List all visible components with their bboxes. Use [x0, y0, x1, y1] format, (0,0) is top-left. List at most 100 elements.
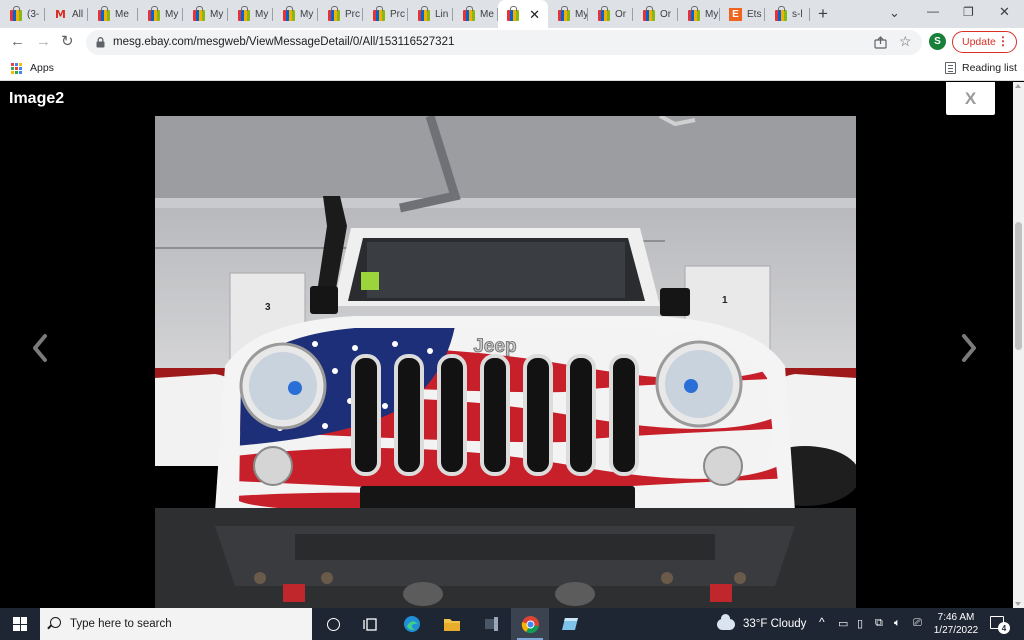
- scroll-down-arrow-icon[interactable]: [1015, 602, 1021, 606]
- tab-label: Prc: [390, 8, 405, 20]
- minimize-icon[interactable]: —: [927, 4, 939, 18]
- chrome-icon: [521, 615, 539, 633]
- cortana-button[interactable]: [314, 608, 352, 640]
- ebay-bag-icon: [506, 5, 519, 21]
- system-clock[interactable]: 7:46 AM 1/27/2022: [928, 611, 984, 637]
- tab-label: My: [575, 8, 588, 20]
- edge-icon: [404, 616, 420, 632]
- volume-muted-icon[interactable]: 🔈︎: [894, 617, 901, 630]
- ebay-bag-icon: [417, 5, 430, 21]
- browser-tab[interactable]: M All: [45, 0, 88, 28]
- tab-label: Prc: [345, 8, 360, 20]
- jeep-photo: 3 1 Jeep: [155, 116, 856, 608]
- tab-active[interactable]: ✕: [498, 0, 548, 28]
- apps-grid-icon[interactable]: [11, 63, 22, 74]
- tab-search-icon[interactable]: ⌄: [889, 5, 900, 21]
- browser-tab[interactable]: My: [138, 0, 183, 28]
- browser-tab[interactable]: My: [183, 0, 228, 28]
- scroll-thumb[interactable]: [1015, 222, 1022, 350]
- notes-app-icon: [562, 618, 578, 630]
- ebay-bag-icon: [282, 5, 295, 21]
- ebay-bag-icon: [147, 5, 160, 21]
- reading-list-icon[interactable]: [945, 62, 956, 74]
- tab-label: Or: [660, 8, 672, 20]
- tray-meet-icon[interactable]: ▭: [838, 617, 848, 630]
- jeep-photo-illustration: 3 1 Jeep: [155, 116, 856, 608]
- tray-display-icon[interactable]: ⧉: [875, 617, 883, 630]
- menu-dots-icon[interactable]: ⋮: [997, 34, 1009, 48]
- update-label: Update: [962, 36, 996, 48]
- ebay-bag-icon: [372, 5, 385, 21]
- taskbar-app-video[interactable]: [472, 608, 510, 640]
- tab-close-icon[interactable]: ✕: [529, 7, 540, 23]
- restore-icon[interactable]: ❐: [963, 5, 974, 19]
- profile-avatar[interactable]: S: [929, 33, 946, 50]
- browser-tab-strip: (3- M All Me My My My My Prc Prc Lin Me ✕ My Or Or My E Et…: [0, 0, 1024, 28]
- cloud-icon: [717, 613, 735, 630]
- ebay-bag-icon: [237, 5, 250, 21]
- bookmarks-bar: Apps Reading list: [0, 57, 1024, 81]
- lock-icon[interactable]: [96, 37, 105, 48]
- taskbar-app-notes[interactable]: [551, 608, 589, 640]
- window-close-icon[interactable]: ✕: [999, 4, 1010, 20]
- browser-tab[interactable]: Prc: [318, 0, 363, 28]
- task-view-icon: [363, 617, 377, 631]
- video-editor-icon: [485, 617, 498, 631]
- browser-tab[interactable]: Or: [633, 0, 678, 28]
- back-arrow-icon[interactable]: ←: [10, 33, 25, 51]
- tray-battery-icon[interactable]: ▯: [857, 617, 863, 630]
- tab-label: Ets: [747, 8, 762, 20]
- scroll-up-arrow-icon[interactable]: [1015, 84, 1021, 88]
- browser-tab[interactable]: E Ets: [720, 0, 765, 28]
- reload-icon[interactable]: ↻: [61, 33, 74, 51]
- taskbar-app-edge[interactable]: [393, 608, 431, 640]
- viewer-close-button[interactable]: X: [946, 82, 995, 115]
- url-text[interactable]: mesg.ebay.com/mesgweb/ViewMessageDetail/…: [113, 36, 454, 48]
- browser-tab[interactable]: My: [228, 0, 273, 28]
- new-tab-button[interactable]: +: [818, 4, 828, 24]
- browser-tab[interactable]: My: [273, 0, 318, 28]
- update-button[interactable]: Update ⋮: [952, 31, 1017, 53]
- image-viewer-overlay: Image2 X 3 1 Jeep: [0, 82, 1013, 608]
- start-button[interactable]: [0, 608, 40, 640]
- address-bar[interactable]: mesg.ebay.com/mesgweb/ViewMessageDetail/…: [86, 30, 922, 55]
- tab-label: Or: [615, 8, 627, 20]
- ebay-bag-icon: [97, 5, 110, 21]
- browser-tab[interactable]: Me: [453, 0, 498, 28]
- tab-label: (3-: [27, 8, 40, 20]
- task-view-button[interactable]: [351, 608, 389, 640]
- share-icon[interactable]: [874, 36, 887, 49]
- tray-overflow-chevron-icon[interactable]: ^: [819, 615, 825, 629]
- forward-arrow-icon[interactable]: →: [36, 33, 51, 51]
- etsy-icon: E: [729, 7, 742, 21]
- tab-label: Me: [115, 8, 129, 20]
- chevron-left-icon[interactable]: [28, 328, 52, 368]
- browser-tab[interactable]: s-l: [765, 0, 810, 28]
- browser-tab[interactable]: My: [678, 0, 720, 28]
- reading-list-button[interactable]: Reading list: [962, 62, 1017, 74]
- browser-tab[interactable]: Lin: [408, 0, 453, 28]
- weather-text: 33°F Cloudy: [743, 618, 807, 630]
- tab-label: Lin: [435, 8, 449, 20]
- weather-widget[interactable]: 33°F Cloudy: [717, 608, 806, 640]
- bookmark-star-icon[interactable]: ☆: [899, 33, 912, 50]
- parking-number-1: 1: [722, 295, 728, 306]
- page-scrollbar[interactable]: [1013, 82, 1024, 608]
- cortana-circle-icon: [326, 617, 340, 631]
- browser-tab[interactable]: My: [548, 0, 588, 28]
- browser-tab[interactable]: Or: [588, 0, 633, 28]
- parking-number-3: 3: [265, 302, 271, 313]
- taskbar-app-chrome[interactable]: [511, 608, 549, 640]
- browser-toolbar: ← → ↻ mesg.ebay.com/mesgweb/ViewMessageD…: [0, 28, 1024, 57]
- notification-count-badge: 4: [998, 622, 1010, 634]
- browser-tab[interactable]: (3-: [0, 0, 45, 28]
- chevron-right-icon[interactable]: [957, 328, 981, 368]
- clock-date: 1/27/2022: [933, 625, 979, 636]
- taskbar-app-file-explorer[interactable]: [433, 608, 471, 640]
- taskbar-search-box[interactable]: Type here to search: [40, 608, 312, 640]
- apps-bookmark[interactable]: Apps: [30, 62, 54, 74]
- ebay-bag-icon: [687, 5, 700, 21]
- browser-tab[interactable]: Me: [88, 0, 138, 28]
- browser-tab[interactable]: Prc: [363, 0, 408, 28]
- tray-input-icon[interactable]: ⎚: [913, 617, 922, 630]
